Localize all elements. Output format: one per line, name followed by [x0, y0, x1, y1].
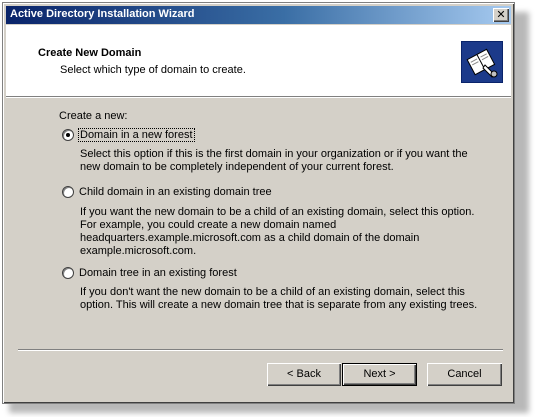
radio-child-domain[interactable]	[62, 186, 74, 198]
next-button[interactable]: Next >	[342, 363, 417, 386]
close-icon: ✕	[496, 9, 506, 21]
wizard-window: Active Directory Installation Wizard ✕ C…	[2, 2, 515, 404]
radio-domain-new-forest[interactable]	[62, 129, 74, 141]
option-label[interactable]: Domain tree in an existing forest	[79, 267, 237, 279]
header-divider	[6, 97, 511, 98]
title-bar[interactable]: Active Directory Installation Wizard ✕	[6, 6, 511, 24]
next-button-label: Next >	[363, 368, 396, 380]
window-title: Active Directory Installation Wizard	[10, 8, 195, 20]
cancel-button[interactable]: Cancel	[427, 363, 502, 386]
ad-wizard-book-icon	[461, 41, 503, 83]
radio-domain-tree[interactable]	[62, 267, 74, 279]
button-area-divider	[18, 349, 503, 351]
page-title: Create New Domain	[38, 47, 142, 59]
create-new-label: Create a new:	[59, 110, 128, 122]
option-label[interactable]: Child domain in an existing domain tree	[79, 186, 272, 198]
wizard-header: Create New Domain Select which type of d…	[6, 25, 511, 97]
option-domain-new-forest[interactable]: Domain in a new forest	[62, 128, 195, 142]
option-child-domain[interactable]: Child domain in an existing domain tree	[62, 186, 272, 198]
option-domain-tree[interactable]: Domain tree in an existing forest	[62, 267, 237, 279]
close-button[interactable]: ✕	[493, 8, 509, 22]
page-subtitle: Select which type of domain to create.	[60, 64, 246, 76]
option-description: Select this option if this is the first …	[80, 148, 468, 173]
cancel-button-label: Cancel	[447, 368, 482, 380]
back-button[interactable]: < Back	[267, 363, 341, 386]
option-description: If you don't want the new domain to be a…	[80, 286, 478, 311]
back-button-label: < Back	[287, 368, 321, 380]
option-label[interactable]: Domain in a new forest	[78, 128, 195, 142]
option-description: If you want the new domain to be a child…	[80, 206, 475, 257]
